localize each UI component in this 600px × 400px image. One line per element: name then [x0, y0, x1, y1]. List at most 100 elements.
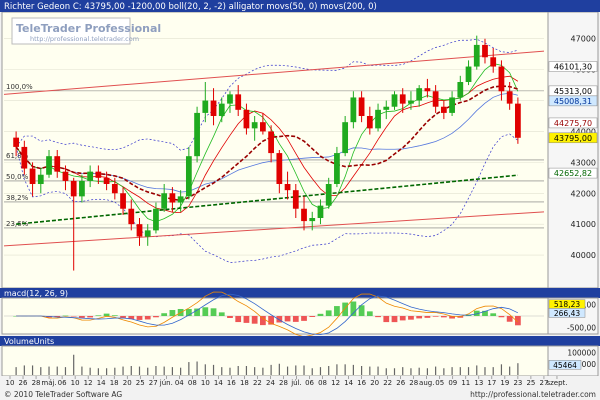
x-tick-label: 10 — [201, 379, 210, 387]
price-y-tick-label: 42000 — [571, 189, 596, 198]
candle-body — [408, 100, 414, 104]
candle-body — [342, 122, 349, 154]
volume-bar — [517, 363, 519, 375]
candle-body — [490, 57, 497, 67]
candle-body — [358, 97, 365, 116]
volume-bar — [286, 366, 289, 375]
volume-bar — [344, 364, 346, 375]
volume-bar — [245, 366, 248, 375]
candle-body — [62, 171, 69, 181]
volume-bar — [31, 365, 34, 375]
macd-value-tag-label: 266,43 — [554, 309, 580, 318]
macd-histogram-bar — [350, 301, 357, 316]
macd-value-tag-label: 518,23 — [554, 300, 580, 309]
candle-body — [457, 82, 464, 98]
x-tick-label: 23 — [513, 379, 522, 387]
macd-histogram-bar — [440, 316, 447, 318]
volume-bar — [81, 366, 83, 375]
volume-panel: VolumeUnits 1000005000045464 — [0, 336, 600, 377]
macd-histogram-bar — [317, 313, 324, 316]
x-tick-label: 06 — [58, 379, 67, 387]
volume-bar — [467, 367, 470, 375]
volume-bar — [105, 368, 108, 375]
price-y-tick-label: 47000 — [571, 35, 596, 44]
macd-histogram-bar — [103, 313, 110, 316]
x-tick-label: aug. — [419, 379, 434, 387]
x-tick-label: szept. — [546, 379, 567, 387]
macd-histogram-bar — [383, 316, 390, 323]
price-tag: 44275,70 — [548, 117, 598, 129]
volume-bar — [319, 367, 322, 375]
volume-bar — [352, 364, 354, 375]
candle-body — [87, 171, 94, 181]
x-tick-label: 26 — [19, 379, 28, 387]
candle-body — [194, 112, 200, 157]
candle-body — [325, 184, 332, 206]
candle-body — [29, 168, 36, 184]
volume-value-tag-label: 45464 — [553, 361, 577, 370]
macd-histogram-bar — [79, 316, 85, 318]
x-tick-label: 12 — [331, 379, 340, 387]
candle-body — [111, 184, 118, 194]
footer-url: http://professional.teletrader.com — [470, 390, 596, 399]
x-tick-label: 12 — [84, 379, 93, 387]
candle-body — [185, 156, 192, 197]
candle-body — [210, 100, 217, 116]
candle-body — [103, 177, 110, 184]
volume-title: VolumeUnits — [4, 337, 54, 346]
candle-body — [70, 180, 77, 197]
candle-body — [235, 94, 242, 110]
volume-bar — [418, 367, 420, 375]
candle-body — [144, 230, 151, 237]
volume-bar — [500, 364, 503, 375]
candle-body — [128, 208, 135, 225]
x-tick-label: 10 — [71, 379, 80, 387]
macd-histogram-bar — [243, 316, 250, 323]
chart-window: 4700046000450004400043000420004100040000… — [0, 0, 600, 400]
candle-body — [449, 97, 455, 113]
x-tick-label: 27 — [149, 379, 158, 387]
volume-bar — [262, 367, 264, 375]
volume-bar — [393, 368, 396, 375]
volume-bar — [328, 366, 330, 375]
candle-body — [37, 174, 44, 184]
candle-body — [506, 91, 513, 104]
macd-histogram-bar — [218, 312, 225, 316]
volume-bar — [254, 367, 256, 375]
candle-body — [432, 91, 439, 107]
x-tick-label: 22 — [383, 379, 392, 387]
price-tag-label: 45313,00 — [554, 87, 592, 96]
x-tick-label: 26 — [396, 379, 405, 387]
volume-bar — [138, 366, 141, 375]
candle-body — [169, 193, 176, 203]
macd-histogram-bar — [136, 316, 143, 320]
volume-bar — [155, 366, 157, 375]
volume-bar — [130, 366, 132, 375]
x-axis: 10 26 28 máj. 06 10 12 14 18 20 25 27 jún. 04 08 10 14 16… — [0, 376, 600, 388]
candle-body — [161, 193, 168, 209]
volume-bar — [171, 367, 174, 375]
volume-bar — [295, 365, 297, 375]
candle-body — [218, 103, 225, 116]
watermark-url: http://professional.teletrader.com — [30, 35, 139, 43]
x-tick-label: 04 — [175, 379, 184, 387]
volume-bar — [147, 367, 149, 375]
macd-histogram-bar — [210, 308, 217, 316]
volume-bar — [97, 368, 99, 375]
volume-bar — [270, 364, 272, 375]
candle-body — [366, 116, 373, 129]
volume-bar — [196, 361, 198, 375]
x-tick-label: 25 — [136, 379, 145, 387]
candle-body — [292, 190, 299, 209]
candle-body — [202, 100, 209, 113]
candle-body — [268, 131, 274, 154]
price-y-tick-label: 41000 — [571, 220, 596, 229]
fib-level-label: 38,2% — [6, 194, 29, 202]
price-tag: 45313,00 — [548, 85, 598, 97]
macd-histogram-bar — [334, 306, 340, 316]
x-tick-label: máj. — [41, 379, 56, 387]
macd-histogram-bar — [325, 310, 332, 316]
x-tick-label: 19 — [500, 379, 509, 387]
price-tag: 43795,00 — [548, 132, 598, 144]
x-tick-label: 25 — [526, 379, 535, 387]
